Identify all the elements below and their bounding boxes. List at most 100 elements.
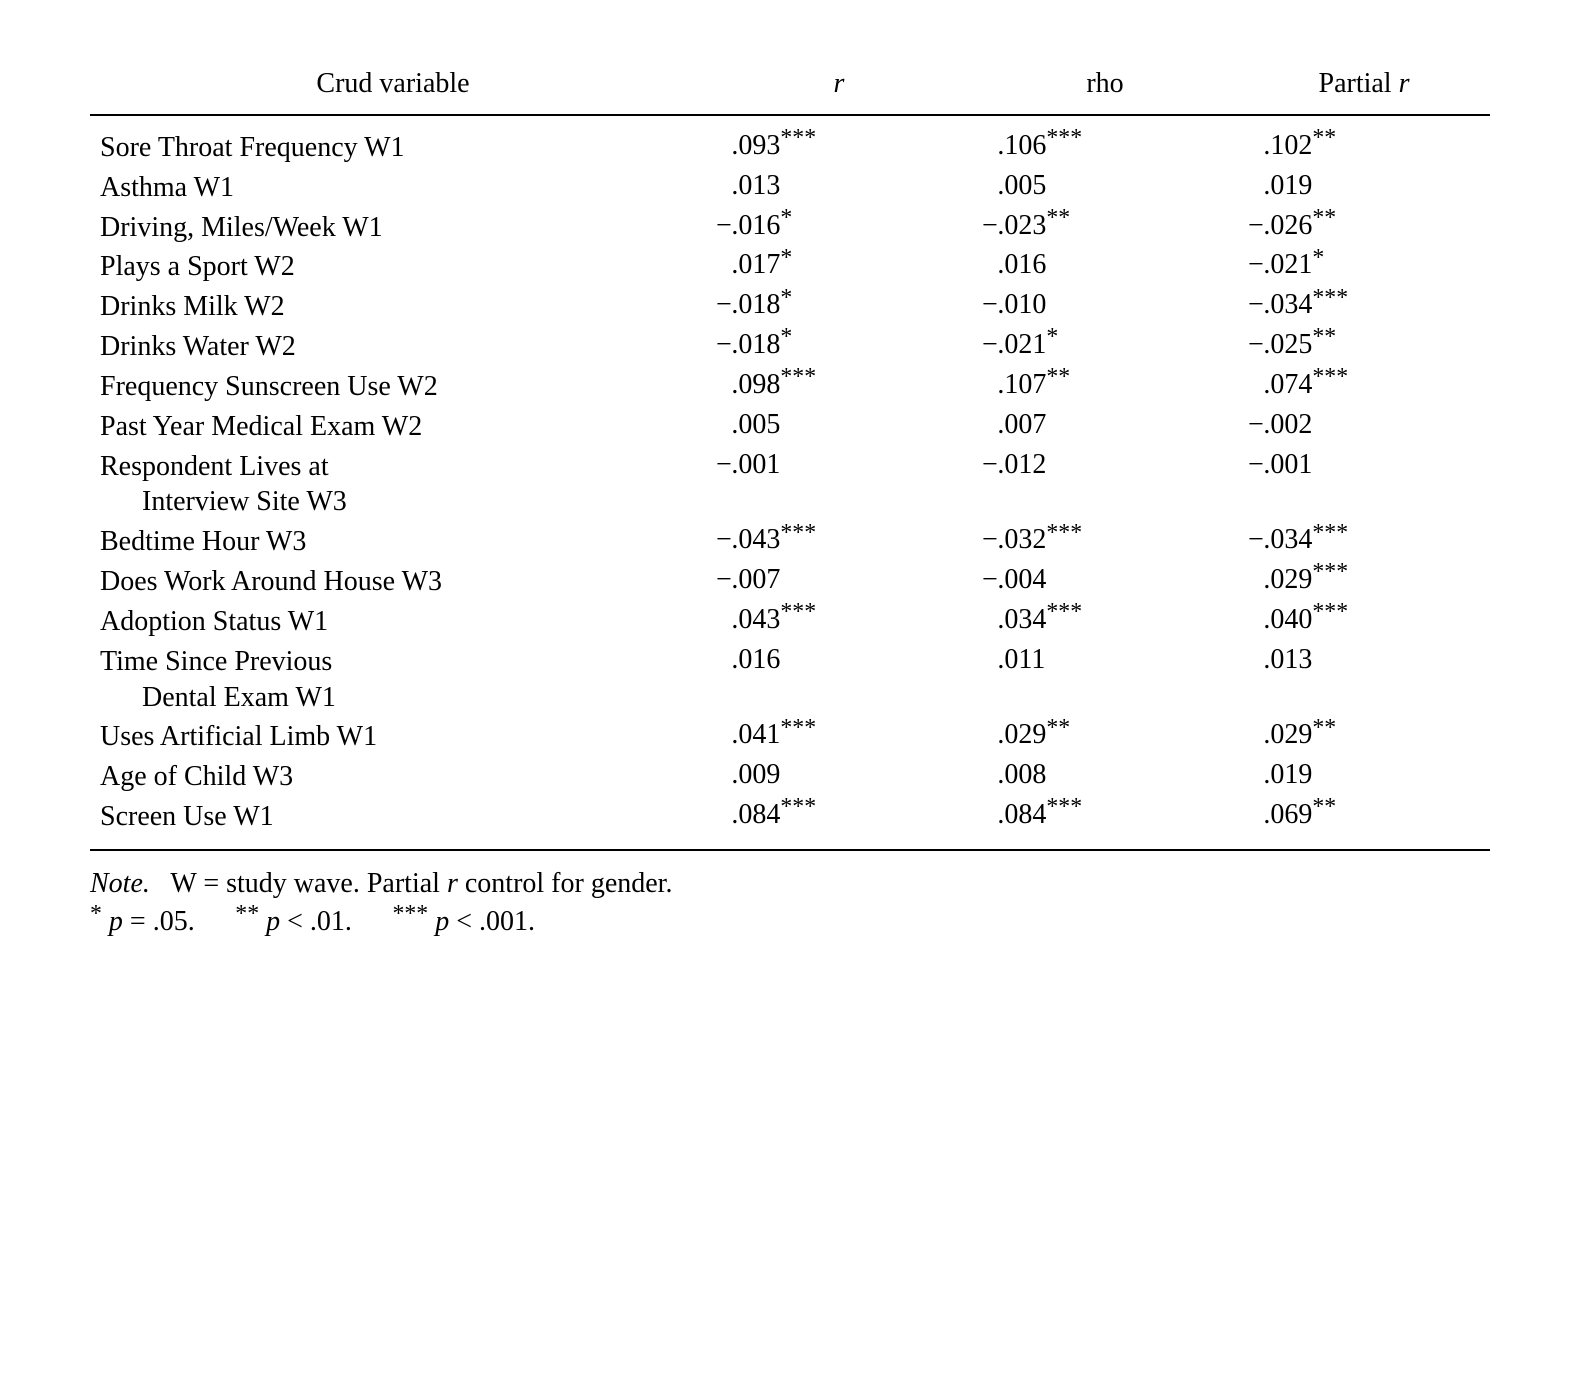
variable-name: Frequency Sunscreen Use W2	[90, 367, 706, 407]
table-row: Drinks Water W2−.018*−.021*−.025**	[90, 327, 1490, 367]
sig-mark-2: **	[235, 901, 259, 927]
variable-name: Plays a Sport W2	[90, 247, 706, 287]
header-partial-r: Partial r	[1238, 60, 1490, 115]
stat-cell: −.034***	[1238, 522, 1490, 562]
table-row: Asthma W1.013.005.019	[90, 168, 1490, 208]
sig-mark-3: ***	[392, 901, 428, 927]
sig-mark-1: *	[90, 901, 102, 927]
stat-cell: −.026**	[1238, 208, 1490, 248]
note-text-1: W = study wave. Partial	[170, 868, 447, 899]
stat-cell: .007	[972, 407, 1238, 447]
stat-cell: .011	[972, 642, 1238, 718]
table-row: Respondent Lives atInterview Site W3−.00…	[90, 447, 1490, 523]
sig-p-1: p	[109, 906, 123, 937]
variable-name: Driving, Miles/Week W1	[90, 208, 706, 248]
table-row: Adoption Status W1.043***.034***.040***	[90, 602, 1490, 642]
stat-cell: .069**	[1238, 797, 1490, 850]
stat-cell: .019	[1238, 757, 1490, 797]
table-row: Drinks Milk W2−.018*−.010−.034***	[90, 287, 1490, 327]
variable-name: Drinks Milk W2	[90, 287, 706, 327]
header-rho: rho	[972, 60, 1238, 115]
table-body: Sore Throat Frequency W1.093***.106***.1…	[90, 115, 1490, 850]
stat-cell: −.001	[706, 447, 972, 523]
stat-cell: −.007	[706, 562, 972, 602]
table-row: Bedtime Hour W3−.043***−.032***−.034***	[90, 522, 1490, 562]
table-footnote: Note. W = study wave. Partial r control …	[90, 865, 1490, 941]
stat-cell: −.001	[1238, 447, 1490, 523]
variable-name: Does Work Around House W3	[90, 562, 706, 602]
table-row: Does Work Around House W3−.007−.004.029*…	[90, 562, 1490, 602]
stat-cell: .029**	[1238, 717, 1490, 757]
stat-cell: −.021*	[1238, 247, 1490, 287]
stat-cell: .013	[706, 168, 972, 208]
table-row: Frequency Sunscreen Use W2.098***.107**.…	[90, 367, 1490, 407]
header-variable: Crud variable	[90, 60, 706, 115]
stat-cell: .074***	[1238, 367, 1490, 407]
table-row: Plays a Sport W2.017*.016−.021*	[90, 247, 1490, 287]
stat-cell: .013	[1238, 642, 1490, 718]
sig-text-2: < .01.	[280, 906, 352, 937]
sig-p-2: p	[266, 906, 280, 937]
stat-cell: .009	[706, 757, 972, 797]
stat-cell: −.023**	[972, 208, 1238, 248]
header-r: r	[706, 60, 972, 115]
stat-cell: .019	[1238, 168, 1490, 208]
table-row: Sore Throat Frequency W1.093***.106***.1…	[90, 115, 1490, 168]
stat-cell: .005	[972, 168, 1238, 208]
sig-text-1: = .05.	[123, 906, 195, 937]
table-row: Driving, Miles/Week W1−.016*−.023**−.026…	[90, 208, 1490, 248]
stat-cell: −.034***	[1238, 287, 1490, 327]
table-row: Screen Use W1.084***.084***.069**	[90, 797, 1490, 850]
table-row: Time Since PreviousDental Exam W1.016.01…	[90, 642, 1490, 718]
stat-cell: −.010	[972, 287, 1238, 327]
stat-cell: .029***	[1238, 562, 1490, 602]
variable-name: Sore Throat Frequency W1	[90, 115, 706, 168]
stat-cell: −.025**	[1238, 327, 1490, 367]
stat-cell: .043***	[706, 602, 972, 642]
variable-name: Adoption Status W1	[90, 602, 706, 642]
variable-name: Past Year Medical Exam W2	[90, 407, 706, 447]
stat-cell: .016	[972, 247, 1238, 287]
sig-text-3: < .001.	[449, 906, 535, 937]
stat-cell: .017*	[706, 247, 972, 287]
variable-name: Bedtime Hour W3	[90, 522, 706, 562]
stat-cell: .098***	[706, 367, 972, 407]
variable-name: Uses Artificial Limb W1	[90, 717, 706, 757]
variable-name: Screen Use W1	[90, 797, 706, 850]
variable-name: Age of Child W3	[90, 757, 706, 797]
stat-cell: −.032***	[972, 522, 1238, 562]
sig-p-3: p	[435, 906, 449, 937]
stat-cell: −.018*	[706, 287, 972, 327]
note-text-2: control for gender.	[458, 868, 673, 899]
table-row: Past Year Medical Exam W2.005.007−.002	[90, 407, 1490, 447]
table-row: Age of Child W3.009.008.019	[90, 757, 1490, 797]
stat-cell: .029**	[972, 717, 1238, 757]
stat-cell: .102**	[1238, 115, 1490, 168]
stat-cell: −.004	[972, 562, 1238, 602]
stat-cell: .008	[972, 757, 1238, 797]
stat-cell: .005	[706, 407, 972, 447]
note-r-italic: r	[447, 868, 458, 899]
variable-name: Time Since PreviousDental Exam W1	[90, 642, 706, 718]
stat-cell: −.021*	[972, 327, 1238, 367]
stat-cell: −.016*	[706, 208, 972, 248]
stat-cell: .106***	[972, 115, 1238, 168]
stat-cell: .040***	[1238, 602, 1490, 642]
stat-cell: .107**	[972, 367, 1238, 407]
variable-name: Drinks Water W2	[90, 327, 706, 367]
stat-cell: .084***	[706, 797, 972, 850]
variable-name: Asthma W1	[90, 168, 706, 208]
variable-name: Respondent Lives atInterview Site W3	[90, 447, 706, 523]
stat-cell: .034***	[972, 602, 1238, 642]
stat-cell: .084***	[972, 797, 1238, 850]
stat-cell: −.018*	[706, 327, 972, 367]
note-label: Note.	[90, 868, 150, 899]
correlation-table: Crud variable r rho Partial r Sore Throa…	[90, 60, 1490, 851]
stat-cell: −.012	[972, 447, 1238, 523]
stat-cell: .093***	[706, 115, 972, 168]
stat-cell: −.043***	[706, 522, 972, 562]
stat-cell: −.002	[1238, 407, 1490, 447]
stat-cell: .016	[706, 642, 972, 718]
stat-cell: .041***	[706, 717, 972, 757]
table-row: Uses Artificial Limb W1.041***.029**.029…	[90, 717, 1490, 757]
